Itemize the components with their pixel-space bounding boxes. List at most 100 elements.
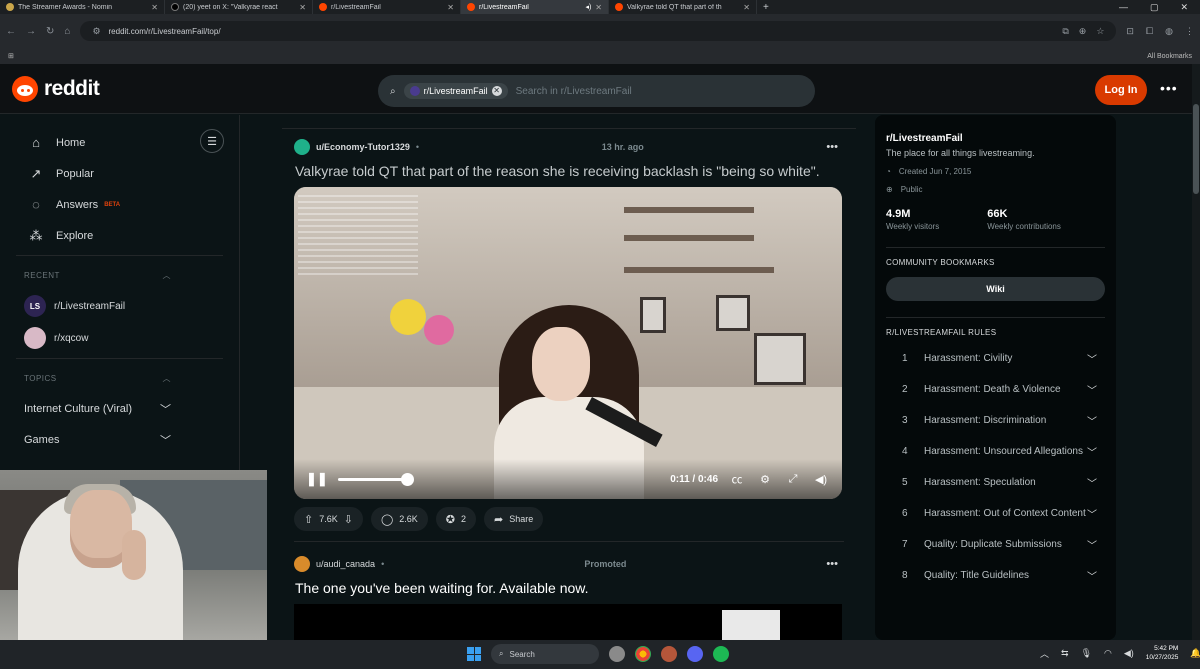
scrollbar-thumb[interactable] — [1193, 104, 1199, 194]
topics-section-header[interactable]: TOPICS ︿ — [0, 363, 239, 393]
topic-item[interactable]: Games ﹀ — [0, 424, 239, 455]
login-button[interactable]: Log In — [1095, 75, 1147, 105]
subreddit-search-chip[interactable]: r/LivestreamFail ✕ — [403, 83, 508, 99]
more-options-icon[interactable]: ••• — [1160, 80, 1178, 96]
post-options-icon[interactable]: ••• — [826, 558, 844, 570]
volume-icon[interactable]: ◀) — [812, 473, 830, 486]
taskbar-search[interactable]: ⌕ Search — [491, 644, 599, 664]
wiki-button[interactable]: Wiki — [886, 277, 1105, 301]
close-icon[interactable]: ✕ — [595, 3, 602, 12]
settings-gear-icon[interactable]: ⚙ — [756, 473, 774, 486]
all-bookmarks-link[interactable]: All Bookmarks — [1147, 53, 1192, 60]
recent-section-header[interactable]: RECENT ︿ — [0, 260, 239, 290]
collapse-sidebar-button[interactable]: ☰ — [200, 129, 224, 153]
chrome-icon[interactable] — [635, 646, 651, 662]
downvote-icon[interactable]: ⇩ — [344, 513, 353, 526]
community-name[interactable]: r/LivestreamFail — [886, 133, 1105, 144]
spotify-icon[interactable] — [713, 646, 729, 662]
close-icon[interactable]: ✕ — [743, 3, 750, 12]
puzzle-icon[interactable]: ⧠ — [1146, 26, 1153, 37]
post-title[interactable]: Valkyrae told QT that part of the reason… — [295, 163, 844, 179]
pause-icon[interactable]: ❚❚ — [306, 471, 328, 487]
rule-item[interactable]: 6 Harassment: Out of Context Content ﹀ — [886, 498, 1105, 529]
rule-item[interactable]: 8 Quality: Title Guidelines ﹀ — [886, 560, 1105, 591]
speaker-icon[interactable]: ◂) — [585, 3, 591, 11]
forward-icon[interactable]: → — [26, 26, 36, 37]
zoom-icon[interactable]: ⊕ — [1079, 26, 1087, 37]
captions-icon[interactable]: ㏄ — [728, 471, 746, 487]
topic-item[interactable]: Internet Culture (Viral) ﹀ — [0, 393, 239, 424]
speaker-tray-icon[interactable]: ◀) — [1124, 648, 1134, 659]
search-input[interactable]: Search in r/LivestreamFail — [516, 86, 632, 97]
browser-tab[interactable]: The Streamer Awards - Nomin ✕ — [0, 0, 165, 14]
upvote-icon[interactable]: ⇧ — [304, 513, 313, 526]
url-field[interactable]: ⚙ reddit.com/r/LivestreamFail/top/ ⧉ ⊕ ☆ — [80, 21, 1117, 41]
bookmark-star-icon[interactable]: ☆ — [1096, 26, 1104, 37]
windows-start-icon[interactable] — [467, 647, 481, 661]
rule-item[interactable]: 3 Harassment: Discrimination ﹀ — [886, 405, 1105, 436]
tray-chevron-icon[interactable]: ︿ — [1040, 647, 1049, 660]
network-icon[interactable]: ⇆ — [1061, 648, 1069, 659]
reload-icon[interactable]: ↻ — [46, 26, 54, 37]
answers-icon: ◌ — [32, 197, 40, 212]
post-author[interactable]: u/Economy-Tutor1329 — [316, 142, 410, 152]
apps-grid-icon[interactable]: ⊞ — [8, 52, 14, 60]
search-bar[interactable]: ⌕ r/LivestreamFail ✕ Search in r/Livestr… — [378, 75, 815, 107]
video-wall-frame — [640, 297, 666, 333]
site-info-icon[interactable]: ⚙ — [92, 26, 100, 37]
close-window-icon[interactable]: ✕ — [1180, 2, 1188, 13]
home-browser-icon[interactable]: ⌂ — [64, 26, 70, 37]
promo-image[interactable] — [294, 604, 842, 640]
browser-tab[interactable]: (20) yeet on X: "Valkyrae react ✕ — [165, 0, 313, 14]
close-icon[interactable]: ✕ — [151, 3, 158, 12]
fullscreen-icon[interactable]: ⤢ — [784, 473, 802, 486]
user-avatar[interactable] — [294, 556, 310, 572]
microphone-icon[interactable]: 🎙 — [1081, 648, 1092, 659]
rule-item[interactable]: 4 Harassment: Unsourced Allegations ﹀ — [886, 436, 1105, 467]
recent-community-item[interactable]: r/xqcow — [0, 322, 239, 354]
user-avatar[interactable] — [294, 139, 310, 155]
wifi-icon[interactable]: ◠ — [1104, 648, 1112, 659]
reddit-logo[interactable]: reddit — [12, 75, 100, 102]
sidebar-item-explore[interactable]: ⁂ Explore — [0, 220, 239, 251]
seek-bar[interactable] — [338, 472, 414, 486]
sidebar-item-popular[interactable]: ↗ Popular — [0, 158, 239, 189]
seek-handle[interactable] — [401, 472, 414, 486]
browser-tab[interactable]: r/LivestreamFail ✕ — [313, 0, 461, 14]
page-scrollbar[interactable] — [1192, 64, 1200, 640]
discord-icon[interactable] — [687, 646, 703, 662]
promoted-post-card[interactable]: u/audi_canada • Promoted ••• The one you… — [282, 550, 856, 640]
rule-item[interactable]: 2 Harassment: Death & Violence ﹀ — [886, 374, 1105, 405]
comments-button[interactable]: ◯ 2.6K — [370, 507, 428, 531]
minimize-icon[interactable]: — — [1119, 2, 1128, 13]
notification-bell-icon[interactable]: 🔔 — [1190, 648, 1200, 659]
maximize-icon[interactable]: ▢ — [1150, 2, 1159, 13]
app-icon[interactable] — [661, 646, 677, 662]
taskbar-clock[interactable]: 5:42 PM 10/27/2025 — [1146, 644, 1179, 662]
back-icon[interactable]: ← — [6, 26, 16, 37]
post-options-icon[interactable]: ••• — [826, 141, 844, 153]
rule-item[interactable]: 7 Quality: Duplicate Submissions ﹀ — [886, 529, 1105, 560]
rule-item[interactable]: 1 Harassment: Civility ﹀ — [886, 343, 1105, 374]
profile-icon[interactable]: ◍ — [1165, 26, 1173, 37]
browser-menu-icon[interactable]: ⋮ — [1185, 26, 1194, 37]
browser-tab[interactable]: Valkyrae told QT that part of th ✕ — [609, 0, 757, 14]
stat-label: Weekly visitors — [886, 222, 940, 231]
post-card[interactable]: u/Economy-Tutor1329 • 13 hr. ago ••• Val… — [282, 129, 856, 550]
clear-chip-icon[interactable]: ✕ — [491, 86, 502, 96]
browser-tab-active[interactable]: r/LivestreamFail ◂) ✕ — [461, 0, 609, 14]
sidebar-item-answers[interactable]: ◌ Answers BETA — [0, 189, 239, 220]
rule-item[interactable]: 5 Harassment: Speculation ﹀ — [886, 467, 1105, 498]
award-button[interactable]: ✪ 2 — [435, 507, 477, 531]
post-author[interactable]: u/audi_canada — [316, 559, 375, 569]
extension-icon[interactable]: ⊡ — [1126, 26, 1134, 37]
screenshot-icon[interactable]: ⧉ — [1062, 26, 1068, 37]
close-icon[interactable]: ✕ — [447, 3, 454, 12]
share-button[interactable]: ➦ Share — [484, 507, 544, 531]
close-icon[interactable]: ✕ — [299, 3, 306, 12]
recent-community-item[interactable]: LS r/LivestreamFail — [0, 290, 239, 322]
new-tab-button[interactable]: + — [757, 0, 775, 14]
task-view-icon[interactable] — [609, 646, 625, 662]
video-player[interactable]: ❚❚ 0:11 / 0:46 ㏄ ⚙ ⤢ ◀) — [294, 187, 842, 499]
post-title[interactable]: The one you've been waiting for. Availab… — [295, 580, 844, 596]
